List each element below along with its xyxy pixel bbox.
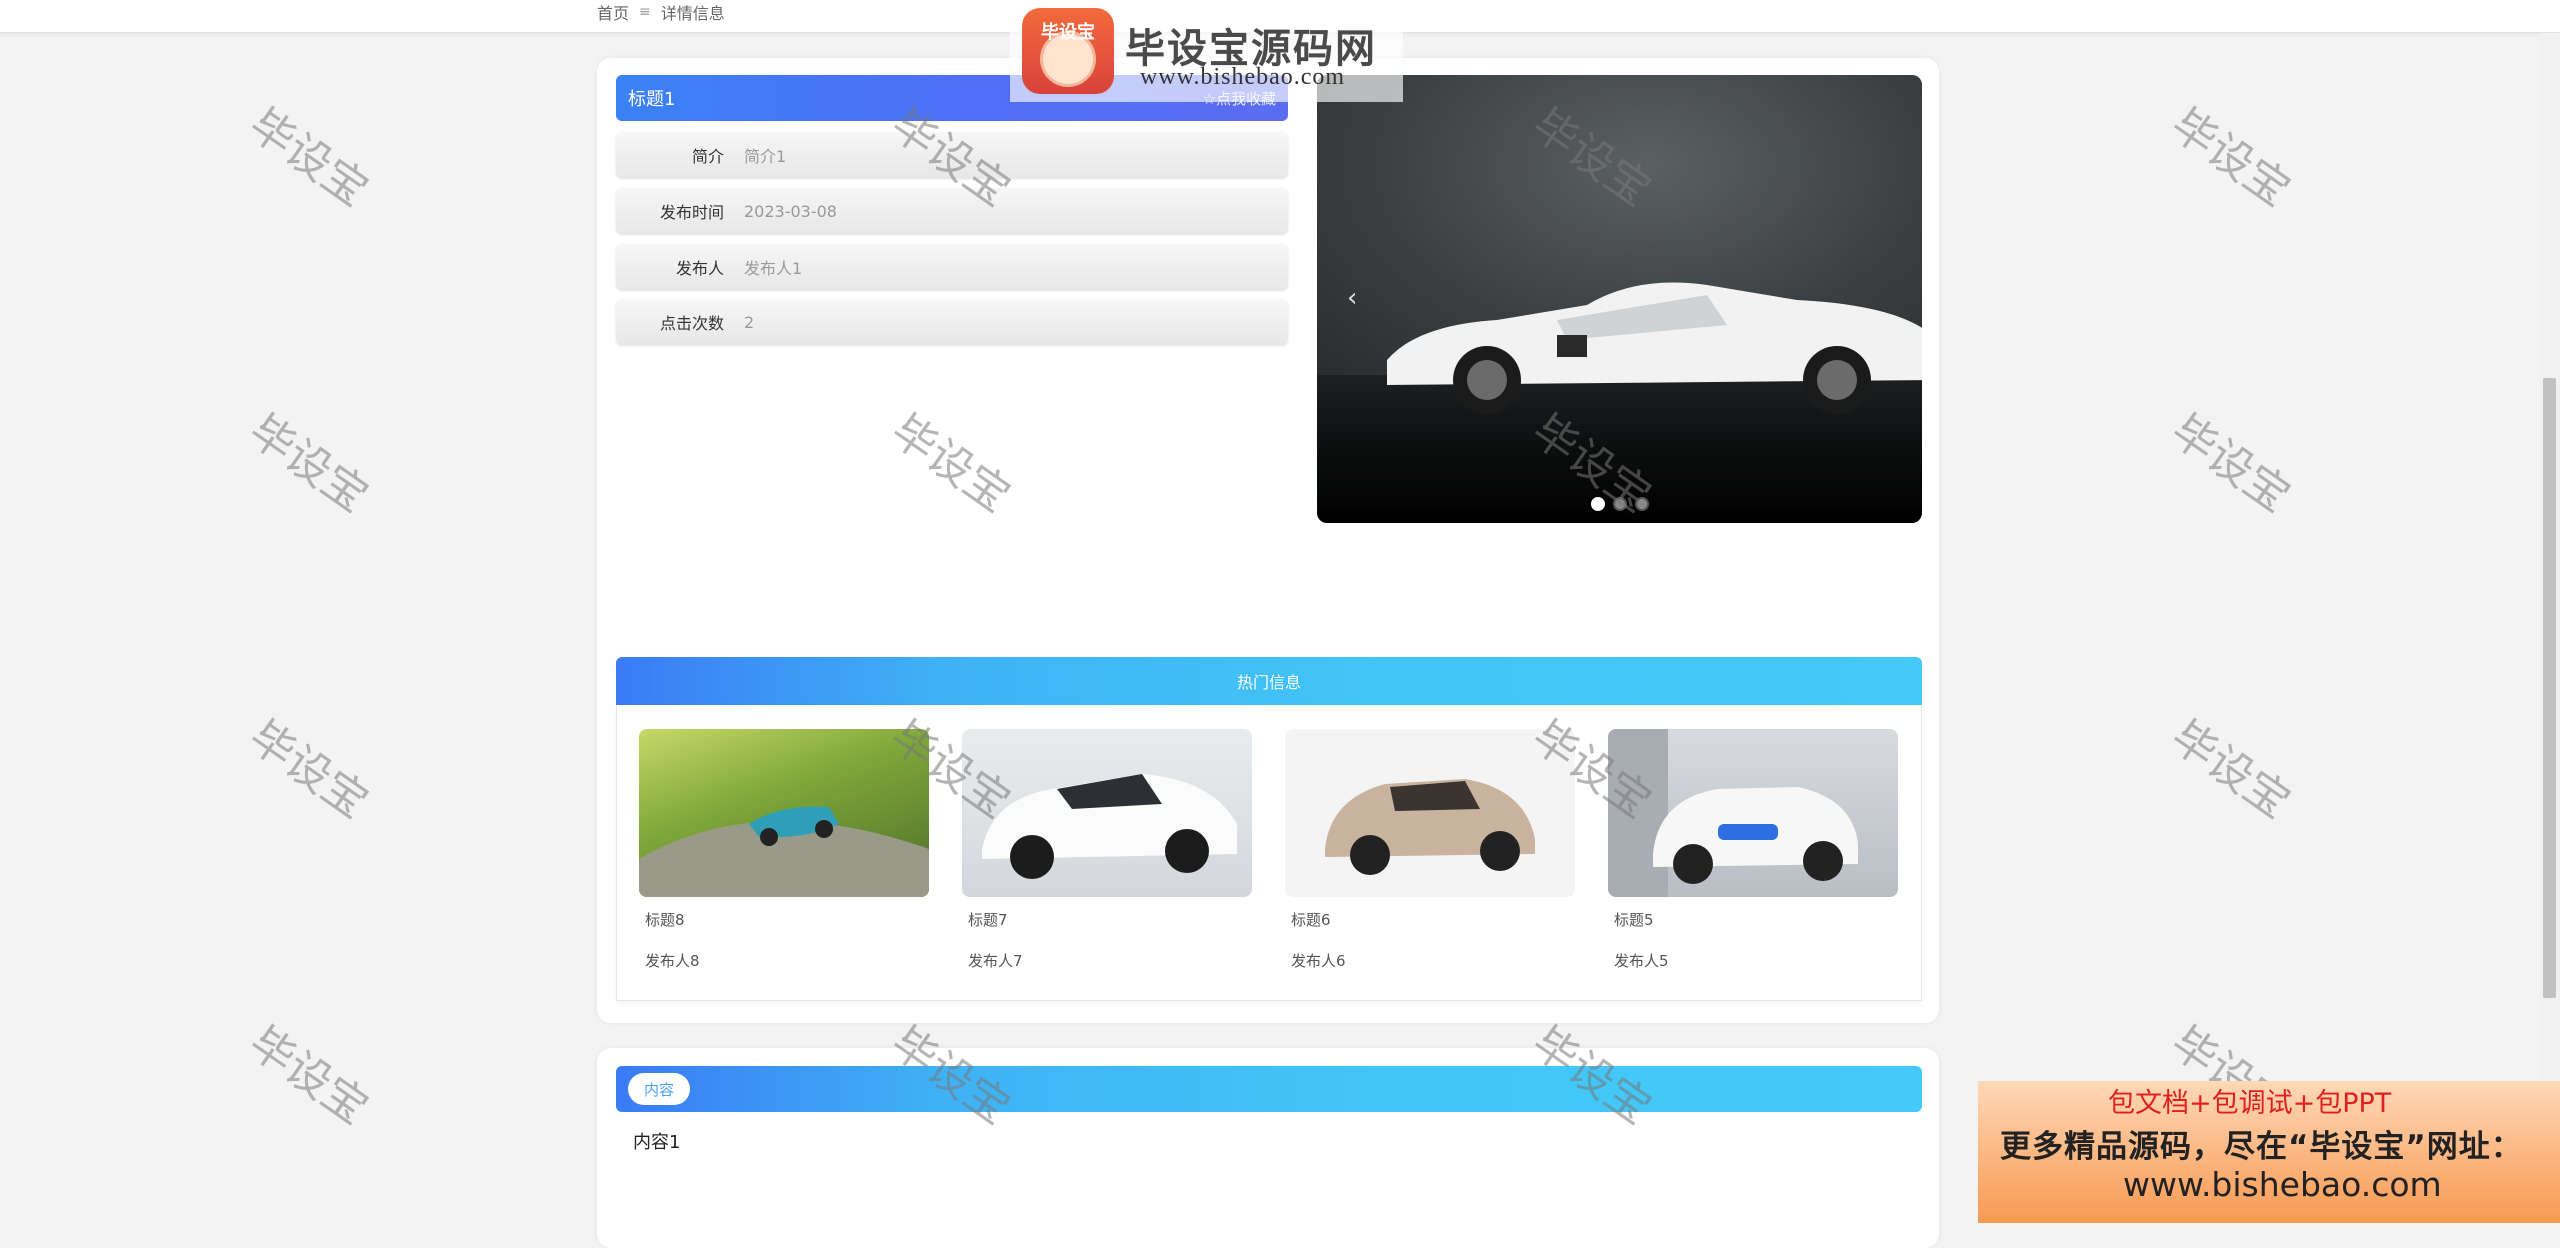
carousel-dot[interactable] [1634, 497, 1649, 511]
content-tab[interactable]: 内容 [628, 1073, 691, 1105]
watermark: 毕设宝 [2161, 404, 2300, 523]
hot-info-header: 热门信息 [616, 657, 1922, 705]
hot-item-title: 标题6 [1291, 911, 1331, 929]
hot-item-image[interactable] [1285, 729, 1575, 897]
hot-item-title: 标题5 [1614, 911, 1654, 929]
hot-info-title: 热门信息 [1236, 673, 1301, 692]
hot-item-image[interactable] [639, 729, 929, 897]
info-value: 简介1 [744, 147, 787, 166]
hot-item-author: 发布人8 [645, 952, 700, 970]
info-value: 2 [744, 312, 755, 332]
car-image [1608, 729, 1858, 897]
hot-item[interactable]: 标题8 发布人8 [639, 729, 929, 971]
info-label: 发布人 [675, 259, 724, 278]
hot-item-author: 发布人6 [1291, 952, 1346, 970]
hot-item[interactable]: 标题5 发布人5 [1608, 729, 1898, 971]
breadcrumb: 首页 ≡ 详情信息 [597, 0, 725, 24]
info-label: 发布时间 [659, 203, 724, 222]
hot-item-image[interactable] [1608, 729, 1898, 897]
hot-item[interactable]: 标题7 发布人7 [962, 729, 1252, 971]
car-image [1325, 779, 1535, 875]
watermark: 毕设宝 [2161, 98, 2300, 217]
promo-banner[interactable]: 包文档+包调试+包PPT 更多精品源码，尽在“毕设宝”网址： www.bishe… [1978, 1081, 2560, 1223]
car-image [639, 806, 929, 897]
site-logo: 毕设宝 毕设宝源码网 www.bishebao.com [1010, 6, 1403, 102]
info-row-click-count: 点击次数 2 [616, 299, 1288, 345]
car-image [982, 774, 1237, 879]
watermark: 毕设宝 [239, 710, 378, 829]
info-row-publish-time: 发布时间 2023-03-08 [616, 188, 1288, 234]
breadcrumb-home-link[interactable]: 首页 [597, 0, 629, 24]
content-body: 内容1 [633, 1132, 681, 1153]
image-carousel[interactable]: ‹ [1317, 75, 1922, 523]
carousel-dot[interactable] [1612, 497, 1627, 511]
hot-item-title: 标题8 [645, 911, 685, 929]
hot-item-image[interactable] [962, 729, 1252, 897]
page-scrollbar[interactable] [2539, 33, 2560, 1223]
watermark: 毕设宝 [239, 98, 378, 217]
watermark: 毕设宝 [2161, 710, 2300, 829]
watermark: 毕设宝 [239, 1016, 378, 1135]
watermark: 毕设宝 [239, 404, 378, 523]
detail-title: 标题1 [628, 89, 676, 110]
info-label: 简介 [691, 147, 724, 166]
promo-line-2: 更多精品源码，尽在“毕设宝”网址： [2000, 1129, 2523, 1165]
hot-item-title: 标题7 [968, 911, 1008, 929]
hot-item[interactable]: 标题6 发布人6 [1285, 729, 1575, 971]
logo-badge-icon: 毕设宝 [1022, 8, 1114, 94]
promo-line-1: 包文档+包调试+包PPT [2108, 1088, 2392, 1119]
info-row-intro: 简介 简介1 [616, 132, 1288, 178]
info-value: 发布人1 [744, 259, 803, 278]
carousel-indicators [1317, 497, 1922, 511]
content-header: 内容 [616, 1066, 1922, 1112]
breadcrumb-separator-icon: ≡ [639, 4, 651, 20]
carousel-prev-icon[interactable]: ‹ [1347, 283, 1357, 313]
info-value: 2023-03-08 [744, 201, 837, 221]
hot-item-author: 发布人5 [1614, 952, 1669, 970]
breadcrumb-current: 详情信息 [660, 4, 725, 23]
logo-badge-text: 毕设宝 [1041, 22, 1095, 43]
info-label: 点击次数 [659, 314, 724, 333]
promo-line-3: www.bishebao.com [2123, 1165, 2442, 1204]
info-row-publisher: 发布人 发布人1 [616, 244, 1288, 290]
hot-item-author: 发布人7 [968, 952, 1023, 970]
logo-url: www.bishebao.com [1140, 64, 1346, 90]
scrollbar-thumb[interactable] [2543, 378, 2556, 998]
hot-info-list: 标题8 发布人8 标题7 发布人7 标题6 发布人6 标题5 发布人5 [616, 705, 1922, 1001]
carousel-dot[interactable] [1590, 497, 1605, 511]
carousel-car-image [1387, 282, 1922, 414]
